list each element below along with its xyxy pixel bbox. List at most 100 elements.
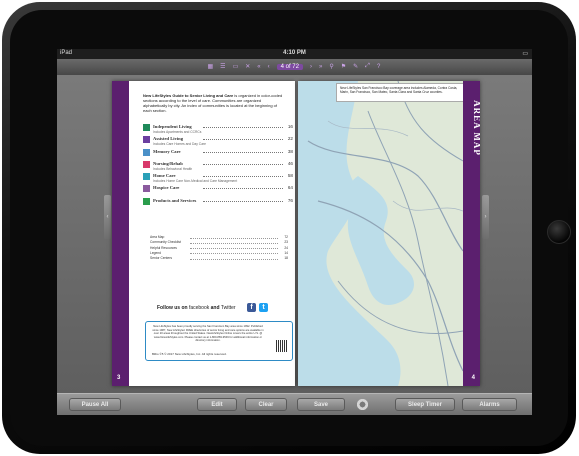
- mini-index-label: Legend: [150, 250, 162, 255]
- map-coverage-note: New LifeStyles San Francisco Bay coverag…: [336, 83, 464, 102]
- mini-index-dots: [190, 253, 278, 255]
- left-page-spine: [112, 81, 129, 386]
- toc-row[interactable]: Assisted Living 22 Includes Care Homes a…: [143, 136, 293, 147]
- edit-button[interactable]: Edit: [197, 398, 237, 411]
- screen: iPad 4:10 PM ▭ ▦ ☰ ▭ ✕ « ‹ 4 of 72 › » ⚲…: [57, 49, 532, 415]
- toc-subtitle: Includes Care Homes and Day Care: [153, 142, 206, 147]
- right-page-number: 4: [471, 375, 475, 381]
- clear-button[interactable]: Clear: [245, 398, 287, 411]
- toc-row[interactable]: Nursing/Rehab 46 Includes Behavioral Hea…: [143, 160, 293, 172]
- toc-color-swatch: [143, 173, 150, 181]
- last-page-icon[interactable]: »: [319, 64, 322, 70]
- save-button[interactable]: Save: [297, 398, 345, 411]
- publisher-info-box: New LifeStyles has been proudly serving …: [145, 321, 293, 361]
- bottom-control-bar: Pause All Edit Clear Save Sleep Timer Al…: [57, 393, 532, 415]
- alarms-button[interactable]: Alarms: [462, 398, 517, 411]
- toc-page-number: 38: [287, 148, 293, 154]
- toc-title: Home Care: [153, 173, 176, 179]
- mini-index-dots: [190, 258, 278, 260]
- toc-subtitle: Includes Home Care Non-Medical and Care …: [153, 179, 238, 184]
- toc-color-swatch: [143, 124, 150, 131]
- list-icon[interactable]: ☰: [220, 63, 225, 70]
- toc-title: Independent Living: [153, 124, 192, 129]
- reader-toolbar: ▦ ☰ ▭ ✕ « ‹ 4 of 72 › » ⚲ ⚑ ✎ ⤢ ?: [57, 59, 532, 76]
- toc-page-number: 64: [287, 185, 293, 191]
- toc-title: Products and Services: [153, 197, 197, 203]
- map-vertical-title: AREA MAP: [471, 100, 480, 156]
- page-table-of-contents[interactable]: TABLE OF CONTENTS 3 New LifeStyles Guide…: [112, 81, 295, 386]
- toc-color-swatch: [143, 136, 150, 144]
- toc-leader-dots: [203, 163, 283, 165]
- toc-page-number: 16: [287, 124, 293, 129]
- prev-page-arrow-icon[interactable]: ‹: [104, 195, 111, 239]
- ipad-frame: iPad 4:10 PM ▭ ▦ ☰ ▭ ✕ « ‹ 4 of 72 › » ⚲…: [2, 2, 576, 454]
- folder-icon[interactable]: ▭: [233, 63, 239, 70]
- follow-facebook-text: facebook: [188, 305, 210, 311]
- toc-list: Independent Living 16 Includes Apartment…: [143, 124, 293, 210]
- toc-leader-dots: [203, 188, 283, 190]
- toc-intro: New LifeStyles Guide to Senior Living an…: [143, 93, 283, 113]
- share-icon[interactable]: ✕: [245, 63, 250, 70]
- mini-index-page: 72: [284, 235, 288, 239]
- mini-index-page: 18: [284, 256, 288, 261]
- next-page-icon[interactable]: ›: [310, 64, 312, 70]
- pause-all-button[interactable]: Pause All: [69, 398, 121, 411]
- toc-row[interactable]: Hospice Care 64: [143, 185, 293, 196]
- mini-index-label: Helpful Resources: [150, 245, 177, 250]
- toc-row[interactable]: Home Care 58 Includes Home Care Non-Medi…: [143, 173, 293, 184]
- follow-us: Follow us on facebook and Twitter: [157, 305, 236, 311]
- mini-index-dots: [190, 248, 278, 250]
- sleep-timer-button[interactable]: Sleep Timer: [395, 398, 455, 411]
- copyright-text: Bilbo ©5 © 2017 New LifeStyles, Inc. All…: [152, 352, 227, 356]
- status-bar: iPad 4:10 PM ▭: [57, 49, 532, 59]
- facebook-icon[interactable]: f: [247, 303, 256, 312]
- reader-stage: ‹ › TABLE OF CONTENTS 3 New LifeStyles G…: [57, 75, 532, 393]
- toc-page-number: 58: [287, 173, 293, 179]
- mini-index-label: Senior Centers: [150, 256, 172, 261]
- toc-vertical-title: TABLE OF CONTENTS: [128, 119, 139, 233]
- toc-color-swatch: [143, 160, 150, 168]
- toc-row[interactable]: Independent Living 16 Includes Apartment…: [143, 124, 293, 135]
- gear-icon[interactable]: [356, 398, 369, 411]
- qr-code-icon: [276, 340, 288, 352]
- mini-index-page: 14: [284, 250, 288, 255]
- toc-page-number: 76: [287, 197, 293, 203]
- toc-subtitle: Includes Apartments and CCRCs: [153, 130, 202, 134]
- toc-page-number: 22: [287, 136, 293, 142]
- toc-color-swatch: [143, 148, 150, 156]
- toc-title: Assisted Living: [153, 136, 183, 142]
- search-icon[interactable]: ⚲: [329, 63, 333, 70]
- toolbar-icons: ▦ ☰ ▭ ✕ « ‹ 4 of 72 › » ⚲ ⚑ ✎ ⤢ ?: [204, 61, 384, 72]
- first-page-icon[interactable]: «: [257, 64, 260, 70]
- toc-title: Hospice Care: [153, 185, 180, 191]
- annotate-icon[interactable]: ✎: [353, 63, 358, 70]
- mini-index-dots: [190, 242, 278, 244]
- twitter-icon[interactable]: t: [259, 303, 268, 312]
- mini-index-dots: [190, 237, 278, 239]
- toc-leader-dots: [203, 127, 283, 128]
- home-button[interactable]: [547, 220, 571, 244]
- toc-page-number: 46: [287, 160, 293, 166]
- toc-leader-dots: [203, 151, 283, 153]
- next-page-arrow-icon[interactable]: ›: [482, 195, 489, 239]
- page-indicator[interactable]: 4 of 72: [276, 63, 303, 70]
- help-icon[interactable]: ?: [377, 64, 380, 70]
- mini-index-page: 23: [284, 240, 288, 245]
- fullscreen-icon[interactable]: ⤢: [365, 63, 370, 70]
- toc-title: Memory Care: [153, 148, 181, 154]
- grid-icon[interactable]: ▦: [208, 63, 214, 70]
- toc-leader-dots: [203, 200, 283, 202]
- toc-row[interactable]: Products and Services 76: [143, 197, 293, 209]
- follow-text: Follow us on: [157, 305, 188, 311]
- toc-row[interactable]: Memory Care 38: [143, 148, 293, 160]
- mini-index-label: Community Checklist: [150, 240, 181, 245]
- battery-icon: ▭: [522, 51, 528, 57]
- toc-leader-dots: [203, 176, 283, 178]
- toc-title: Nursing/Rehab: [153, 160, 183, 166]
- publisher-info-text: New LifeStyles has been proudly serving …: [152, 325, 264, 343]
- mini-index: Area Map 72 Community Checklist 23 Helpful…: [150, 235, 288, 261]
- bookmark-icon[interactable]: ⚑: [341, 63, 346, 70]
- page-area-map[interactable]: New LifeStyles San Francisco Bay coverag…: [298, 81, 480, 386]
- mini-index-row[interactable]: Senior Centers 18: [150, 256, 288, 261]
- prev-page-icon[interactable]: ‹: [268, 64, 270, 70]
